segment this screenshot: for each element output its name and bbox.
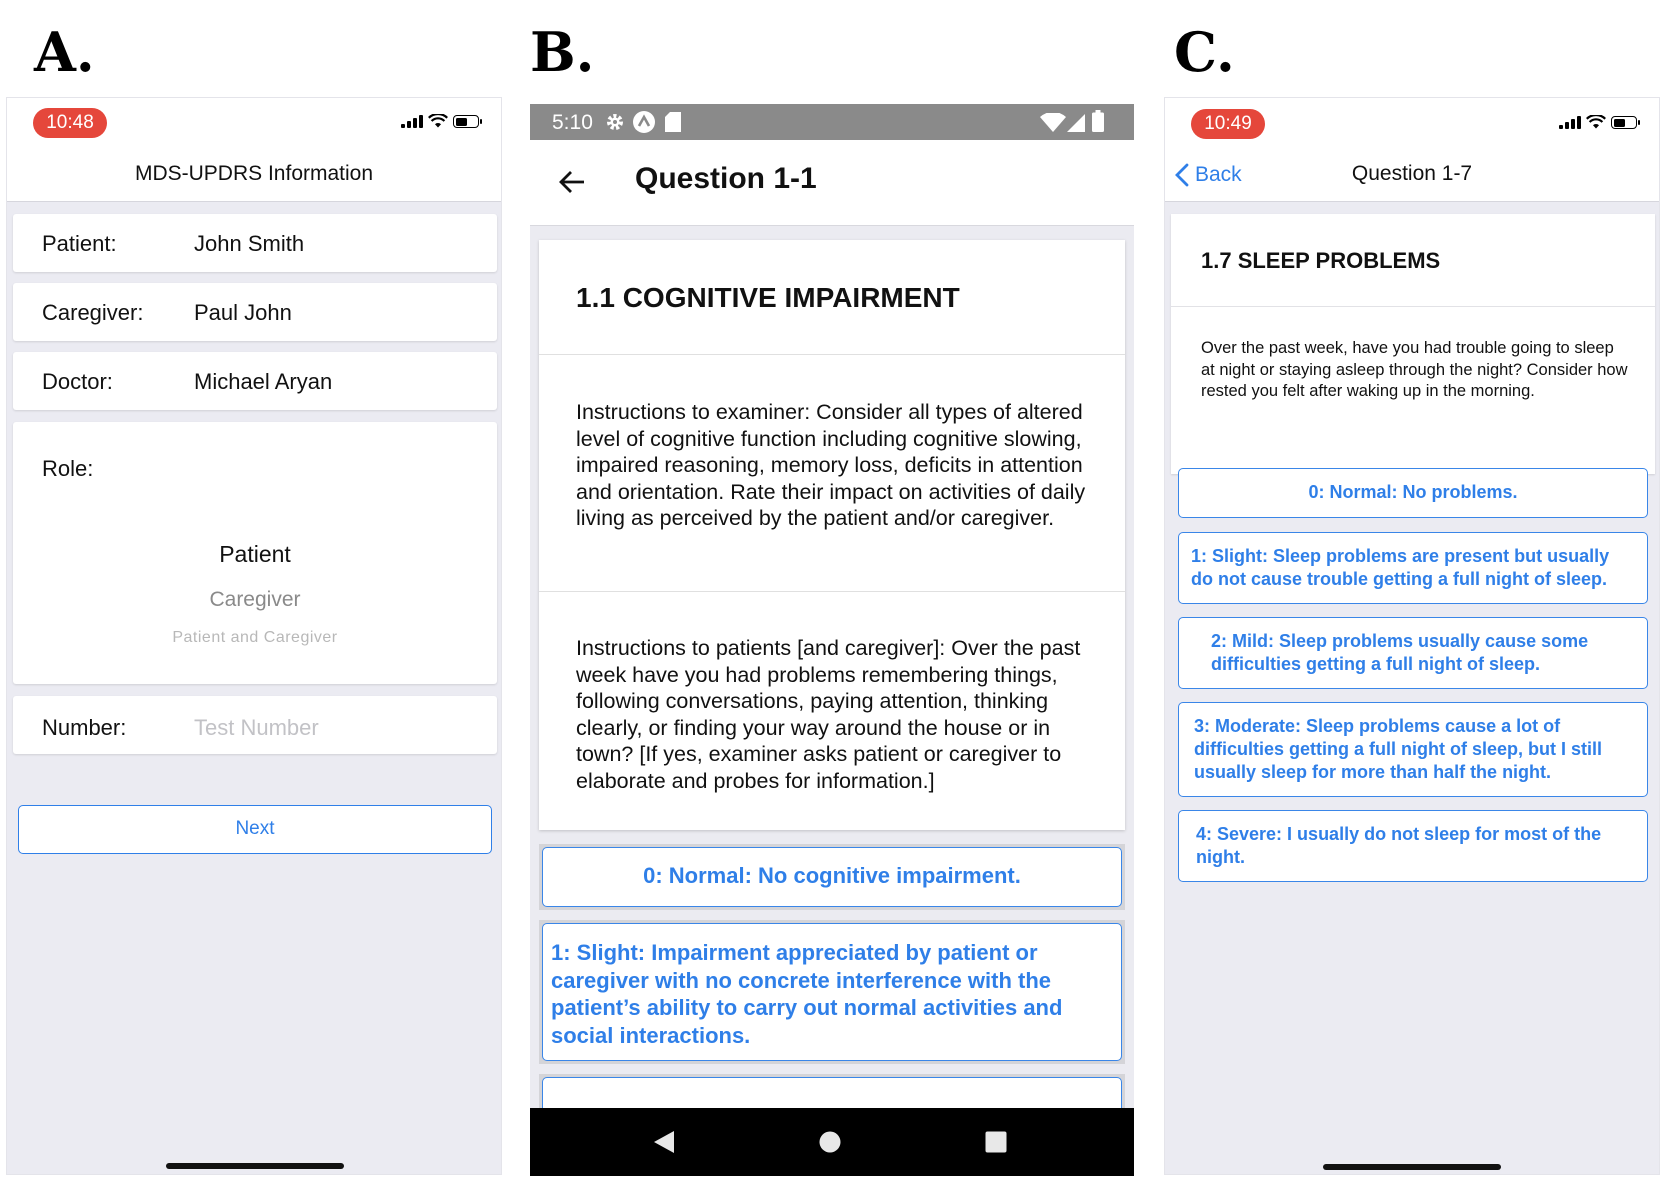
number-input[interactable]: Test Number <box>194 715 319 741</box>
page-title: MDS-UPDRS Information <box>134 162 374 185</box>
role-label: Role: <box>42 456 94 481</box>
answer-option-0[interactable]: 0: Normal: No problems. <box>1178 468 1648 518</box>
nav-back-triangle-icon[interactable] <box>653 1131 675 1153</box>
wifi-icon <box>1040 113 1066 132</box>
nav-recents-square-icon[interactable] <box>985 1131 1007 1153</box>
answer-option-2[interactable]: 2: Mild: Sleep problems usually cause so… <box>1178 617 1648 689</box>
doctor-row[interactable]: Doctor: Michael Aryan <box>13 352 497 410</box>
phone-screen-c: 10:49 Back Question 1-7 1.7 SLEEP PROBLE… <box>1164 97 1660 1175</box>
home-indicator[interactable] <box>166 1163 344 1169</box>
doctor-label: Doctor: <box>42 369 113 394</box>
number-row[interactable]: Number: Test Number <box>13 696 497 754</box>
next-button[interactable]: Next <box>18 805 492 854</box>
question-heading: 1.1 COGNITIVE IMPAIRMENT <box>576 282 960 313</box>
caregiver-label: Caregiver: <box>42 300 144 325</box>
role-picker-row[interactable]: Role: Patient Caregiver Patient and Care… <box>13 422 497 684</box>
answer-option-4[interactable]: 4: Severe: I usually do not sleep for mo… <box>1178 810 1648 882</box>
back-arrow-icon[interactable] <box>558 168 586 196</box>
status-bar: 10:48 <box>7 98 501 150</box>
role-option-patient[interactable]: Patient <box>13 541 497 568</box>
patient-label: Patient: <box>42 231 117 256</box>
number-label: Number: <box>42 715 127 740</box>
doctor-value[interactable]: Michael Aryan <box>194 369 332 395</box>
settings-gear-icon <box>607 114 623 130</box>
patient-row[interactable]: Patient: John Smith <box>13 214 497 272</box>
battery-icon <box>1092 110 1104 132</box>
app-bar: Question 1-1 <box>530 140 1134 226</box>
status-time: 10:49 <box>1191 109 1265 139</box>
signal-icon <box>401 115 423 128</box>
panel-label-c: C. <box>1174 20 1235 84</box>
question-heading: 1.7 SLEEP PROBLEMS <box>1201 248 1441 273</box>
answer-option-3[interactable]: 3: Moderate: Sleep problems cause a lot … <box>1178 702 1648 797</box>
home-indicator[interactable] <box>1323 1164 1501 1170</box>
patient-instructions: Instructions to patients [and caregiver]… <box>576 636 1081 793</box>
status-time: 5:10 <box>552 111 593 134</box>
battery-icon <box>1611 116 1640 129</box>
phone-screen-a: 10:48 MDS-UPDRS Information Patient: Joh… <box>6 97 502 1175</box>
signal-icon <box>1067 114 1085 132</box>
examiner-instructions: Instructions to examiner: Consider all t… <box>576 400 1086 530</box>
role-option-caregiver[interactable]: Caregiver <box>13 588 497 612</box>
patient-value[interactable]: John Smith <box>194 231 304 257</box>
status-bar: 10:49 <box>1165 98 1659 150</box>
divider <box>539 591 1125 592</box>
answer-option-1[interactable]: 1: Slight: Sleep problems are present bu… <box>1178 532 1648 604</box>
page-title: Question 1-1 <box>635 162 817 195</box>
role-option-patient-and-caregiver[interactable]: Patient and Caregiver <box>13 629 497 647</box>
answer-option-1[interactable]: 1: Slight: Impairment appreciated by pat… <box>542 923 1122 1061</box>
question-card: 1.7 SLEEP PROBLEMS Over the past week, h… <box>1171 214 1655 474</box>
question-text: Over the past week, have you had trouble… <box>1201 339 1628 400</box>
panel-label-b: B. <box>530 20 595 84</box>
battery-icon <box>453 115 482 128</box>
navigation-bar: MDS-UPDRS Information <box>7 150 501 202</box>
wifi-icon <box>1586 115 1606 129</box>
divider <box>539 354 1125 355</box>
status-bar: 5:10 <box>530 104 1134 140</box>
navigation-bar: Back Question 1-7 <box>1165 150 1659 202</box>
caregiver-value[interactable]: Paul John <box>194 300 292 326</box>
answer-option-0[interactable]: 0: Normal: No cognitive impairment. <box>542 847 1122 907</box>
accessibility-icon <box>633 111 655 133</box>
page-title: Question 1-7 <box>1351 162 1473 185</box>
wifi-icon <box>428 114 448 128</box>
nav-home-circle-icon[interactable] <box>819 1131 841 1153</box>
caregiver-row[interactable]: Caregiver: Paul John <box>13 283 497 341</box>
system-navigation-bar <box>530 1108 1134 1176</box>
phone-screen-b: 5:10 Question 1-1 1.1 COGNITIVE IMPAIRME… <box>530 104 1134 1176</box>
divider <box>1171 306 1655 307</box>
signal-icon <box>1559 116 1581 129</box>
question-card: 1.1 COGNITIVE IMPAIRMENT Instructions to… <box>539 240 1125 830</box>
status-time: 10:48 <box>33 108 107 138</box>
panel-label-a: A. <box>34 20 95 84</box>
sd-card-icon <box>665 112 681 132</box>
